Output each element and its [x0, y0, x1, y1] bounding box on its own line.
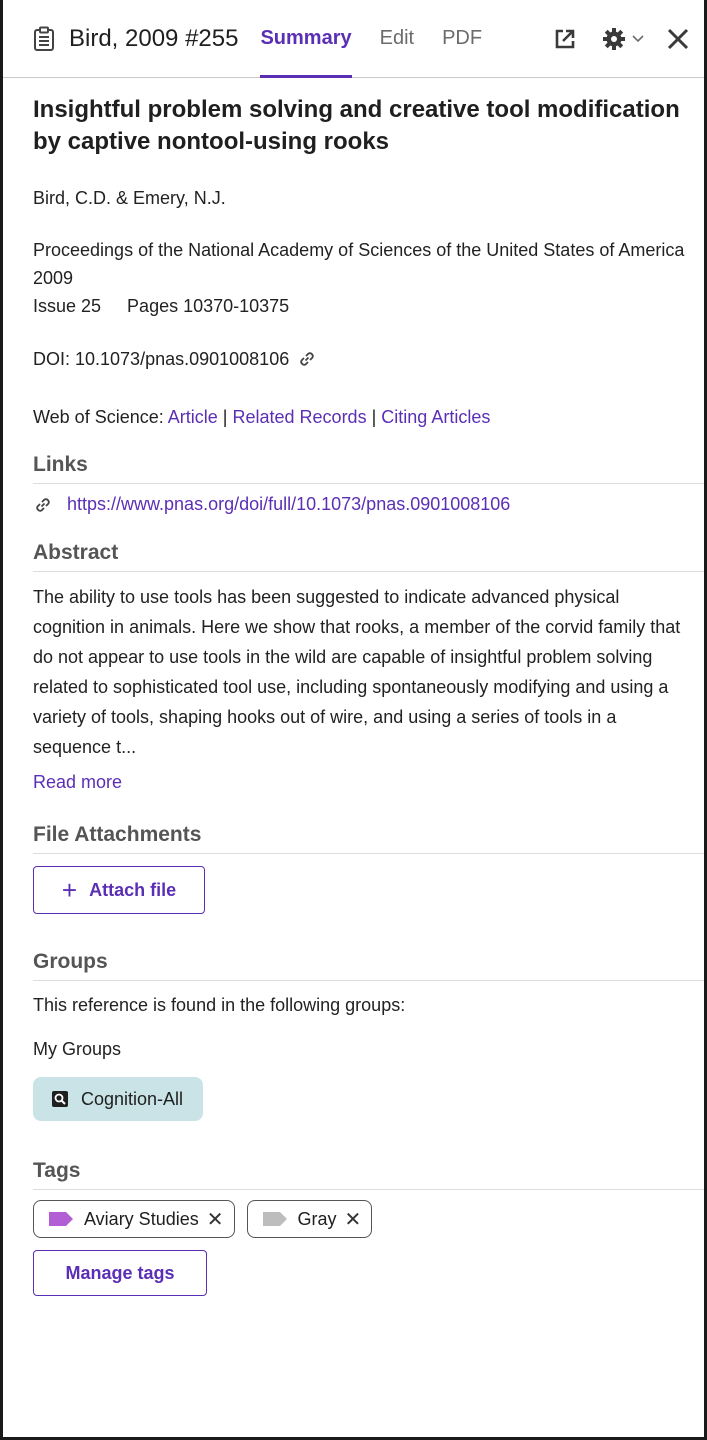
file-attachments-heading: File Attachments: [33, 823, 704, 854]
wos-label: Web of Science:: [33, 407, 164, 427]
links-heading: Links: [33, 453, 704, 484]
abstract-text: The ability to use tools has been sugges…: [33, 587, 681, 757]
wos-related-records-link[interactable]: Related Records: [233, 407, 367, 427]
remove-tag-icon[interactable]: ✕: [207, 1207, 224, 1232]
settings-menu-button[interactable]: [602, 27, 644, 51]
summary-content: Insightful problem solving and creative …: [3, 94, 704, 1296]
clipboard-icon: [33, 26, 55, 52]
remove-tag-icon[interactable]: ✕: [345, 1207, 362, 1232]
tag-icon: [262, 1211, 288, 1227]
url-row: https://www.pnas.org/doi/full/10.1073/pn…: [33, 494, 704, 515]
attach-file-label: Attach file: [89, 879, 177, 900]
reference-label: Bird, 2009 #255: [69, 24, 239, 52]
reference-url-link[interactable]: https://www.pnas.org/doi/full/10.1073/pn…: [67, 494, 510, 515]
pages: Pages 10370-10375: [127, 296, 290, 316]
read-more-link[interactable]: Read more: [33, 772, 122, 792]
tag-icon: [48, 1211, 74, 1227]
plus-icon: +: [61, 875, 78, 905]
group-chip-label: Cognition-All: [81, 1088, 184, 1109]
tab-edit[interactable]: Edit: [380, 0, 414, 78]
doi: DOI: 10.1073/pnas.0901008106: [33, 349, 290, 369]
wos-article-link[interactable]: Article: [168, 407, 218, 427]
tab-summary[interactable]: Summary: [260, 0, 352, 78]
reference-title: Insightful problem solving and creative …: [33, 96, 680, 155]
wos-separator: |: [371, 407, 377, 427]
tag-label: Aviary Studies: [84, 1208, 199, 1229]
tag-gray: Gray ✕: [246, 1200, 373, 1238]
tags-heading: Tags: [33, 1159, 704, 1190]
authors: Bird, C.D. & Emery, N.J.: [33, 188, 226, 208]
close-icon: [666, 27, 690, 51]
groups-description: This reference is found in the following…: [33, 995, 406, 1015]
tag-aviary-studies: Aviary Studies ✕: [33, 1200, 235, 1238]
tag-label: Gray: [297, 1208, 337, 1229]
gear-icon: [602, 27, 626, 51]
abstract-heading: Abstract: [33, 541, 704, 572]
panel-header: Bird, 2009 #255 Summary Edit PDF: [3, 0, 704, 78]
doi-row: DOI: 10.1073/pnas.0901008106: [33, 345, 704, 373]
journal-block: Proceedings of the National Academy of S…: [33, 236, 704, 320]
manage-tags-button[interactable]: Manage tags: [33, 1250, 207, 1296]
my-groups-label: My Groups: [33, 1039, 122, 1059]
wos-citing-articles-link[interactable]: Citing Articles: [381, 407, 490, 427]
reference-panel: Bird, 2009 #255 Summary Edit PDF Insight…: [0, 0, 707, 1440]
close-button[interactable]: [666, 27, 690, 51]
tags-row: Aviary Studies ✕ Gray ✕: [33, 1200, 704, 1238]
link-icon: [33, 495, 53, 515]
smart-group-search-icon: [51, 1090, 69, 1108]
attach-file-button[interactable]: + Attach file: [33, 866, 205, 914]
web-of-science-row: Web of Science: Article | Related Record…: [33, 403, 704, 431]
wos-separator: |: [222, 407, 228, 427]
issue: Issue 25: [33, 296, 102, 316]
doi-link-icon[interactable]: [297, 349, 317, 369]
issue-pages-row: Issue 25 Pages 10370-10375: [33, 292, 704, 320]
tab-pdf[interactable]: PDF: [442, 0, 482, 78]
open-external-button[interactable]: [554, 28, 576, 50]
journal-name: Proceedings of the National Academy of S…: [33, 240, 685, 260]
header-actions: [554, 27, 690, 51]
group-chip-cognition-all[interactable]: Cognition-All: [33, 1077, 204, 1121]
chevron-down-icon: [632, 34, 644, 43]
year: 2009: [33, 268, 74, 288]
open-external-icon: [554, 28, 576, 50]
groups-heading: Groups: [33, 950, 704, 981]
